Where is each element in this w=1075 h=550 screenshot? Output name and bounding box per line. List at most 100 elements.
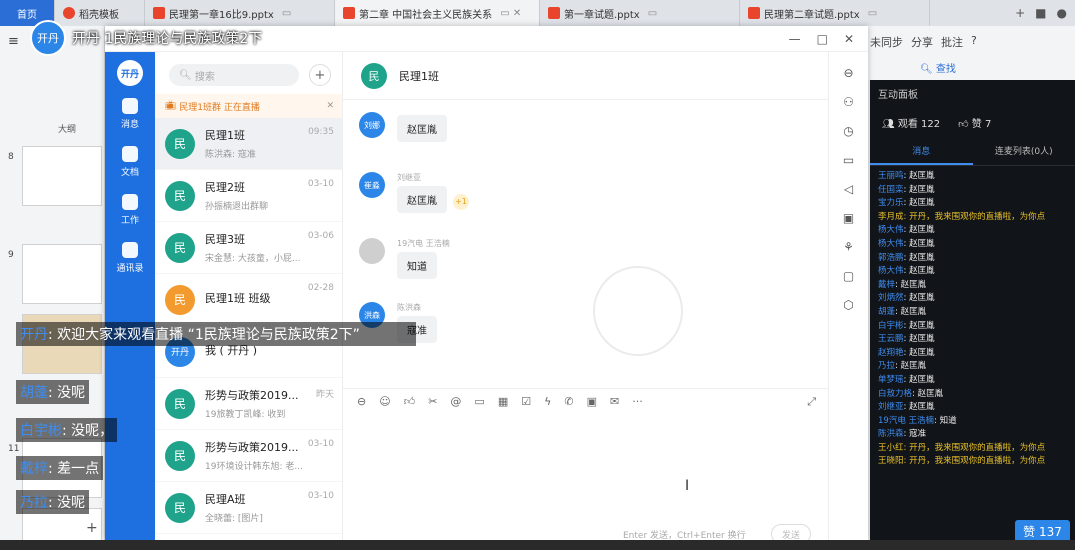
emoji-icon[interactable]: ☺ — [379, 395, 390, 408]
conversation-item[interactable]: 民民理2班 孙振楠退出群聊 03-10 — [155, 170, 342, 222]
conversation-avatar: 民 — [165, 440, 195, 471]
nav-item-docs[interactable]: 文档 — [105, 138, 155, 186]
slide-number: 8 — [8, 152, 14, 162]
folder-icon[interactable]: ▭ — [474, 395, 484, 408]
comment-user: 乃拉 — [20, 495, 48, 511]
tab-messages[interactable]: 消息 — [870, 138, 973, 165]
close-icon[interactable]: ✕ — [326, 101, 334, 111]
add-tab-icon[interactable]: + — [1015, 6, 1025, 20]
sender-avatar[interactable]: 崔淼 — [359, 172, 385, 198]
calendar-icon[interactable]: ▦ — [498, 395, 508, 408]
task-icon[interactable]: ☑ — [521, 395, 531, 408]
settings-icon[interactable]: ⬡ — [843, 298, 853, 312]
danmu-item: 杨大伟: 赵匡胤 — [878, 265, 1067, 279]
chat-side-toolbar: ⊖ ⚇ ◷ ▭ ◁ ▣ ⚘ ▢ ⬡ — [828, 52, 868, 540]
live-icon[interactable]: ▣ — [843, 211, 854, 225]
comment-text: : 没呢 — [48, 385, 86, 401]
avatar[interactable]: 开丹 — [117, 60, 143, 86]
comment-user: 戴梓 — [20, 461, 48, 477]
flash-icon[interactable]: ϟ — [544, 395, 551, 408]
conversation-item[interactable]: 民形势与政策2019... 19旅教丁凯峰: 收到 昨天 — [155, 378, 342, 430]
conversation-avatar: 民 — [165, 388, 195, 419]
board-icon[interactable]: ▢ — [843, 269, 854, 283]
live-comment: 乃拉: 没呢 — [16, 490, 90, 514]
conversation-avatar: 民 — [165, 128, 195, 159]
tab-ppt-4[interactable]: 民理第二章试题.pptx ▭ — [740, 0, 930, 26]
danmu-list: 王丽鸣: 赵匡胤 任国栾: 赵匡胤 宝力乐: 赵匡胤 李月成: 开丹，我来围观你的直播… — [870, 166, 1075, 473]
more-icon[interactable]: ··· — [632, 395, 643, 408]
message-bubble[interactable]: 赵匡胤 — [397, 115, 447, 142]
minimize-icon[interactable]: — — [789, 32, 801, 46]
danmu-user: 单梦瑶 — [878, 374, 904, 385]
slide-thumbnail[interactable] — [22, 244, 102, 304]
group-icon[interactable]: ⚘ — [843, 240, 854, 254]
user-icon[interactable]: ● — [1057, 6, 1067, 20]
find-button[interactable]: 🔍︎ 查找 — [920, 60, 956, 75]
danmu-text: 赵匡胤 — [909, 266, 935, 277]
message-body: 19汽电 王浩楠 知道 — [397, 238, 450, 279]
gif-icon[interactable]: ⊖ — [357, 395, 366, 408]
close-icon[interactable]: ▭ — [868, 8, 877, 19]
chat-header: 民 民理1班 — [343, 52, 828, 100]
sender-avatar[interactable]: 刘娜 — [359, 112, 385, 138]
outline-tab[interactable]: 大纲 — [58, 122, 76, 135]
tab-ppt-3[interactable]: 第一章试题.pptx ▭ — [540, 0, 740, 26]
sync-status[interactable]: 未同步 — [870, 34, 903, 50]
mention-icon[interactable]: @ — [450, 395, 461, 408]
close-icon[interactable]: ✕ — [844, 32, 854, 46]
taskbar — [0, 540, 1075, 550]
history-icon[interactable]: ◷ — [843, 124, 853, 138]
close-icon[interactable]: ▭ ✕ — [500, 8, 521, 19]
group-avatar[interactable]: 民 — [361, 62, 387, 89]
danmu-user: 任国栾 — [878, 184, 904, 195]
live-comment: 胡蓬: 没呢 — [16, 380, 90, 404]
more-circle-icon[interactable]: ⊖ — [843, 66, 853, 80]
conversation-item[interactable]: 民民理3班 宋金慧: 大孩童，小屁... 03-06 — [155, 222, 342, 274]
mail-icon[interactable]: ✉ — [610, 395, 619, 408]
plus-one-badge[interactable]: +1 — [453, 194, 469, 210]
tab-mic-list[interactable]: 连麦列表(0人) — [973, 138, 1075, 165]
phone-icon[interactable]: ✆ — [564, 395, 573, 408]
annotate-button[interactable]: 批注 — [941, 34, 963, 50]
scissors-icon[interactable]: ✂ — [428, 395, 437, 408]
video-icon[interactable]: ▣ — [587, 395, 597, 408]
tab-ppt-2[interactable]: 第二章 中国社会主义民族关系 ▭ ✕ — [335, 0, 540, 26]
announce-icon[interactable]: ◁ — [844, 182, 853, 196]
close-icon[interactable]: ▭ — [282, 8, 291, 19]
search-input[interactable]: 🔍︎ 搜索 — [169, 64, 299, 86]
sender-avatar[interactable] — [359, 238, 385, 264]
danmu-text: 知道 — [939, 415, 957, 426]
comment-text: : 差一点 — [48, 461, 100, 477]
danmu-user: 宝力乐 — [878, 198, 904, 209]
add-member-icon[interactable]: ⚇ — [843, 95, 854, 109]
conversation-item[interactable]: 民民理A班 全晓蕾: [图片] 03-10 — [155, 482, 342, 534]
live-notice-bar[interactable]: 📺︎ 民理1班群 正在直播 ✕ — [155, 94, 342, 118]
file-icon[interactable]: ▭ — [843, 153, 854, 167]
message-body: 刘继亚 赵匡胤 +1 — [397, 172, 469, 213]
expand-icon[interactable]: ⤢ — [807, 395, 816, 409]
menu-icon[interactable]: ≡ — [8, 34, 19, 49]
nav-item-contacts[interactable]: 通讯录 — [105, 234, 155, 282]
conversation-item[interactable]: 民民理1班 陈洪森: 寇准 09:35 — [155, 118, 342, 170]
add-icon[interactable]: + — [309, 64, 331, 86]
ppt-icon — [343, 7, 355, 19]
share-button[interactable]: 分享 — [911, 34, 933, 50]
like-badge[interactable]: 赞 137 — [1015, 520, 1070, 542]
message-bubble[interactable]: 知道 — [397, 252, 437, 279]
conversation-item[interactable]: 民形势与政策2019... 19环境设计韩东旭: 老... 03-10 — [155, 430, 342, 482]
comment-text: : 欢迎大家来观看直播 “1民族理论与民族政策2下” — [48, 327, 360, 343]
add-slide-icon[interactable]: + — [86, 520, 98, 536]
help-icon[interactable]: ? — [971, 34, 977, 50]
window-icon[interactable]: ■ — [1035, 6, 1046, 20]
danmu-user: 杨大伟 — [878, 266, 904, 277]
nav-item-messages[interactable]: 消息 — [105, 90, 155, 138]
maximize-icon[interactable]: □ — [817, 32, 828, 46]
conversation-list: 🔍︎ 搜索 + 📺︎ 民理1班群 正在直播 ✕ 民民理1班 陈洪森: 寇准 09:35… — [155, 52, 343, 540]
message-bubble[interactable]: 赵匡胤 — [397, 186, 447, 213]
like-icon[interactable]: 👍︎ — [404, 395, 416, 408]
nav-item-work[interactable]: 工作 — [105, 186, 155, 234]
danmu-text: 赵匡胤 — [909, 320, 935, 331]
slide-thumbnail[interactable] — [22, 146, 102, 206]
close-icon[interactable]: ▭ — [648, 8, 657, 19]
conversation-item[interactable]: 民民理1班 班级 02-28 — [155, 274, 342, 326]
